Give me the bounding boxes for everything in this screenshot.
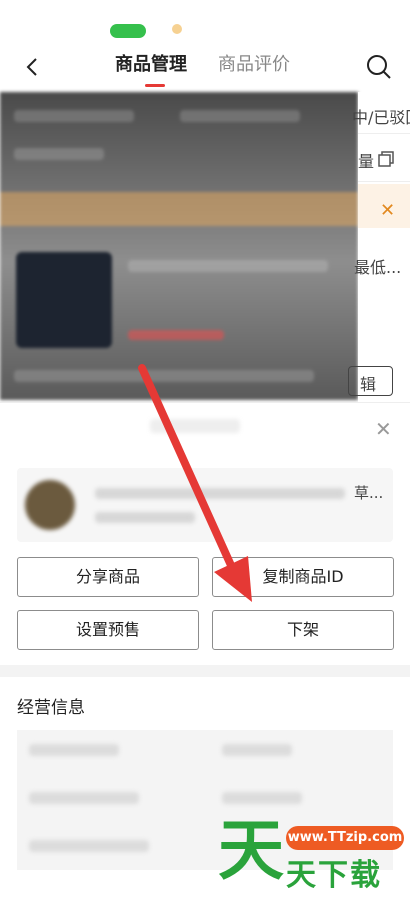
watermark-text: 天下载 — [286, 858, 382, 893]
watermark-logo: 天 www.TTzip.com 天下载 — [216, 814, 410, 914]
blurred-row — [180, 110, 300, 122]
close-notice-icon[interactable]: ✕ — [380, 200, 395, 221]
underlying-page-edge: 中/已驳回 量 ✕ 最低... 辑 — [348, 92, 410, 402]
blurred-row — [14, 370, 314, 382]
blurred-metric — [222, 744, 292, 756]
copy-icon[interactable] — [378, 151, 394, 167]
edge-row: 中/已驳回 — [352, 92, 410, 134]
watermark-glyph: 天 — [218, 812, 284, 889]
blurred-metric — [29, 840, 149, 852]
active-tab-indicator — [145, 84, 165, 87]
blurred-metric — [29, 792, 139, 804]
blurred-notice-banner — [0, 192, 358, 226]
close-sheet-icon[interactable]: ✕ — [375, 417, 392, 441]
copy-product-id-button[interactable]: 复制商品ID — [212, 557, 394, 597]
edge-row: 量 — [358, 134, 410, 182]
blurred-product-image — [16, 252, 112, 348]
action-sheet-header: ✕ — [0, 402, 410, 452]
share-product-button[interactable]: 分享商品 — [17, 557, 199, 597]
section-divider — [0, 665, 410, 677]
product-title-fragment: 草... — [354, 484, 384, 502]
product-card: 草... — [17, 468, 393, 542]
blurred-row — [128, 260, 328, 272]
blurred-sheet-title — [150, 419, 240, 433]
blurred-price — [128, 330, 224, 340]
blurred-row — [14, 148, 104, 160]
item-title-fragment: 最低... — [354, 258, 402, 277]
status-indicator — [110, 24, 146, 38]
blurred-row — [14, 110, 134, 122]
tab-product-reviews[interactable]: 商品评价 — [218, 52, 290, 78]
watermark-url: www.TTzip.com — [286, 826, 404, 850]
top-navigation: 商品管理 商品评价 — [0, 0, 410, 92]
search-icon[interactable] — [365, 53, 393, 81]
edit-button-label: 辑 — [360, 375, 377, 394]
status-filter-text: 中/已驳回 — [352, 108, 410, 127]
status-dot — [172, 24, 182, 34]
blurred-product-meta — [95, 512, 195, 523]
back-arrow-icon[interactable] — [22, 56, 44, 78]
delist-button[interactable]: 下架 — [212, 610, 394, 650]
blurred-product-name — [95, 488, 345, 499]
blurred-product-list — [0, 92, 358, 400]
edit-button[interactable]: 辑 — [348, 366, 393, 396]
set-presale-button[interactable]: 设置预售 — [17, 610, 199, 650]
tab-product-management[interactable]: 商品管理 — [115, 52, 187, 78]
batch-action-text: 量 — [358, 152, 375, 171]
business-info-title: 经营信息 — [17, 698, 85, 718]
blurred-metric — [29, 744, 119, 756]
product-actions: 分享商品 复制商品ID 设置预售 下架 — [0, 545, 410, 665]
product-thumbnail — [25, 480, 75, 530]
blurred-metric — [222, 792, 302, 804]
